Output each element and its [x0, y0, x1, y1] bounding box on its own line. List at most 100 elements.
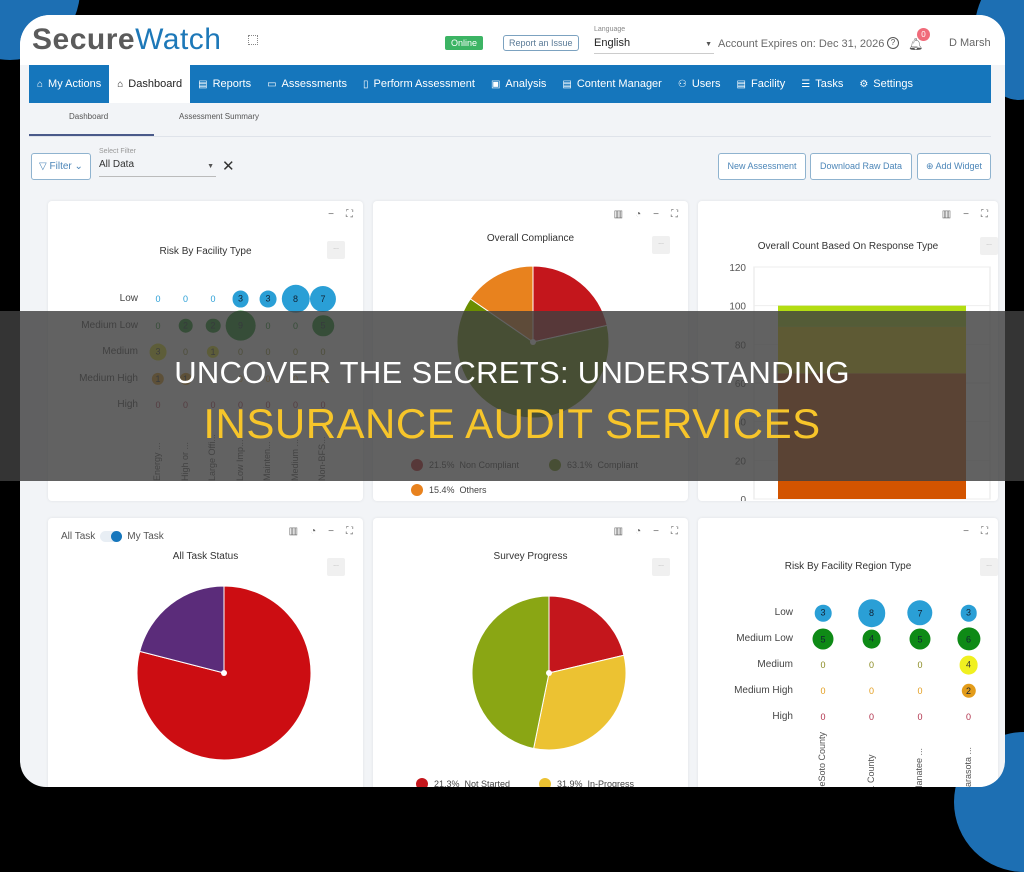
nav-item-dashboard[interactable]: ⌂Dashboard	[109, 65, 190, 103]
title-overlay-band	[0, 311, 1024, 481]
widget-tools: −⛶	[328, 209, 353, 220]
bubble-cell[interactable]: 3	[232, 291, 249, 308]
nav-item-label: Tasks	[815, 78, 843, 90]
caret-down-icon: ▼	[705, 41, 712, 48]
bubble-cell[interactable]: 3	[815, 605, 832, 622]
nav-item-label: Perform Assessment	[373, 78, 474, 90]
bubble-cell[interactable]: 3	[960, 605, 977, 622]
sub-tabs: Dashboard Assessment Summary	[29, 103, 991, 137]
nav-item-perform-assessment[interactable]: ▯ Perform Assessment	[355, 65, 483, 103]
column-label: DeSoto County	[817, 732, 827, 787]
nav-item-my-actions[interactable]: ⌂My Actions	[29, 65, 109, 103]
nav-item-settings[interactable]: ⚙Settings	[851, 65, 921, 103]
bubble-cell[interactable]: 8	[858, 599, 886, 627]
widget-menu-button[interactable]: ...	[327, 241, 345, 259]
expand-icon[interactable]: ⛶	[981, 526, 988, 537]
window-icon: ▣	[491, 79, 500, 90]
nav-item-assessments[interactable]: ▭Assessments	[259, 65, 355, 103]
bubble-cell[interactable]: 5	[813, 629, 834, 650]
expand-icon[interactable]: ⛶	[346, 209, 353, 220]
legend-item[interactable]: 21.3% Not Started	[416, 778, 510, 787]
widget-title: Risk By Facility Type	[48, 246, 363, 257]
filter-icon: ▽	[39, 161, 47, 172]
column-label: ... County	[866, 754, 876, 787]
widget-tools: −⛶	[963, 526, 988, 537]
bubble-cell[interactable]: 3	[260, 291, 277, 308]
add-widget-label: Add Widget	[936, 161, 983, 171]
pie-chart	[373, 518, 688, 787]
language-select[interactable]: English ▼	[594, 37, 714, 54]
bubble-cell[interactable]: 7	[907, 600, 932, 625]
nav-item-facility[interactable]: ▤ Facility	[729, 65, 794, 103]
bubble-cell[interactable]: 7	[310, 286, 336, 312]
report-issue-button[interactable]: Report an Issue	[503, 35, 579, 51]
add-widget-button[interactable]: ⊕ Add Widget	[917, 153, 991, 180]
bubble-cell[interactable]: 6	[957, 627, 980, 650]
row-label: Medium	[698, 659, 793, 670]
nav-item-label: My Actions	[48, 78, 101, 90]
row-label: Medium Low	[698, 633, 793, 644]
nav-item-label: Facility	[751, 78, 785, 90]
legend-item[interactable]: 31.9% In-Progress	[539, 778, 634, 787]
bubble-cell[interactable]: 4	[959, 656, 978, 675]
legend-swatch	[416, 778, 428, 787]
new-assessment-button[interactable]: New Assessment	[718, 153, 806, 180]
minimize-icon[interactable]: −	[963, 526, 969, 537]
bubble-cell[interactable]: 0	[915, 712, 925, 722]
pie-slice-completed[interactable]	[472, 596, 549, 748]
legend-swatch	[411, 484, 423, 496]
bubble-cell[interactable]: 8	[281, 285, 309, 313]
bubble-cell[interactable]: 0	[867, 660, 877, 670]
status-badge: Online	[445, 36, 483, 50]
nav-item-label: Users	[692, 78, 721, 90]
nav-item-analysis[interactable]: ▣Analysis	[483, 65, 554, 103]
tab-dashboard[interactable]: Dashboard	[69, 112, 108, 121]
account-expiry: Account Expires on: Dec 31, 2026	[718, 38, 884, 50]
language-value: English	[594, 37, 630, 49]
widget-all-task-status: All TaskMy Task ▥◔−⛶ All Task Status ...	[48, 518, 363, 787]
nav-item-label: Content Manager	[577, 78, 662, 90]
building-icon: ▤	[737, 79, 746, 90]
clear-filter-icon[interactable]: ✕	[222, 157, 235, 175]
pie-chart	[48, 518, 363, 787]
bubble-cell[interactable]: 0	[153, 294, 163, 304]
bubble-cell[interactable]: 0	[818, 712, 828, 722]
nav-item-label: Dashboard	[128, 78, 182, 90]
nav-item-tasks[interactable]: ☰Tasks	[793, 65, 851, 103]
main-nav: ⌂My Actions⌂Dashboard▤Reports▭Assessment…	[29, 65, 991, 103]
gear-icon: ⚙	[859, 79, 868, 90]
bubble-cell[interactable]: 2	[961, 684, 975, 698]
tab-assessment-summary[interactable]: Assessment Summary	[179, 112, 259, 121]
clipboard-icon: ▯	[363, 79, 369, 90]
bubble-cell[interactable]: 0	[915, 660, 925, 670]
filter-button[interactable]: ▽ Filter ⌄	[31, 153, 91, 180]
bubble-cell[interactable]: 0	[867, 712, 877, 722]
bubble-cell[interactable]: 0	[181, 294, 191, 304]
minimize-icon[interactable]: −	[328, 209, 334, 220]
bubble-cell[interactable]: 4	[862, 630, 881, 649]
caret-down-icon: ▼	[207, 163, 214, 170]
legend-label: 31.9% In-Progress	[557, 779, 634, 787]
nav-item-content-manager[interactable]: ▤Content Manager	[554, 65, 669, 103]
help-icon[interactable]: ?	[887, 37, 899, 49]
nav-item-reports[interactable]: ▤Reports	[190, 65, 259, 103]
bubble-cell[interactable]: 0	[818, 686, 828, 696]
bubble-cell[interactable]: 0	[818, 660, 828, 670]
active-tab-indicator	[29, 134, 154, 136]
user-menu[interactable]: D Marsh	[949, 37, 991, 49]
bubble-cell[interactable]: 0	[867, 686, 877, 696]
filter-select-value: All Data	[99, 159, 134, 170]
nav-item-users[interactable]: ⚇Users	[670, 65, 729, 103]
row-label: Medium High	[698, 685, 793, 696]
bubble-cell[interactable]: 0	[915, 686, 925, 696]
download-raw-data-button[interactable]: Download Raw Data	[810, 153, 912, 180]
widget-menu-button[interactable]: ...	[980, 558, 998, 576]
overlay-subheadline: INSURANCE AUDIT SERVICES	[0, 400, 1024, 448]
legend-item[interactable]: 15.4% Others	[411, 484, 487, 496]
bubble-cell[interactable]: 0	[208, 294, 218, 304]
overlay-headline: UNCOVER THE SECRETS: UNDERSTANDING	[0, 355, 1024, 391]
fullscreen-icon[interactable]	[248, 35, 258, 45]
bubble-cell[interactable]: 0	[964, 712, 974, 722]
bubble-cell[interactable]: 5	[910, 629, 931, 650]
filter-select[interactable]: All Data ▼	[99, 159, 216, 177]
